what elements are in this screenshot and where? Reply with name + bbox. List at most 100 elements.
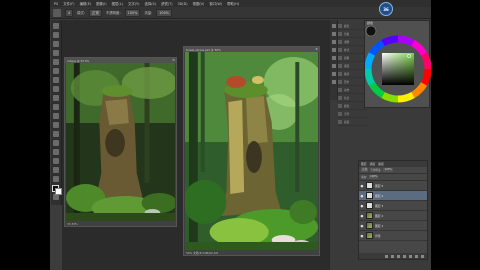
panel-shortcut-item[interactable]: 字符	[338, 110, 368, 118]
paragraph-panel-icon[interactable]	[331, 64, 336, 68]
new-group-icon[interactable]	[409, 254, 412, 258]
brush-size-field[interactable]: 4	[65, 8, 74, 17]
info-panel-icon[interactable]	[331, 40, 336, 44]
mode-label: 模式:	[77, 11, 86, 15]
layer-row[interactable]: ● 图层 5	[359, 181, 427, 191]
layer-row[interactable]: ● 图层 1	[359, 221, 427, 231]
eyedropper-tool-icon[interactable]	[53, 68, 59, 74]
layer-thumbnail	[366, 232, 373, 239]
layer-row[interactable]: ● 图层 3	[359, 201, 427, 211]
quick-select-tool-icon[interactable]	[53, 50, 59, 56]
properties-panel-icon[interactable]	[331, 48, 336, 52]
background-color-swatch[interactable]	[55, 188, 62, 195]
visibility-eye-icon[interactable]: ●	[360, 214, 364, 218]
layer-row[interactable]: ● 背景	[359, 231, 427, 241]
link-layers-icon[interactable]	[385, 254, 388, 258]
layer-name: 图层 2	[375, 213, 384, 218]
panel-shortcut-label: 字符	[344, 112, 350, 116]
brush-tool-icon[interactable]	[53, 86, 59, 92]
reference-document-window[interactable]: ref.jpg @ 33.3% × 33.33%	[64, 57, 177, 227]
stamp-tool-icon[interactable]	[53, 95, 59, 101]
panel-icon	[338, 47, 342, 52]
flow-field[interactable]: 100%	[156, 8, 172, 17]
brush-presets-panel-icon[interactable]	[331, 72, 336, 76]
menu-item[interactable]: 文件(F)	[63, 1, 74, 6]
menu-item[interactable]: 3D(D)	[178, 2, 188, 6]
app-logo[interactable]: PS	[54, 2, 58, 6]
layer-row[interactable]: ● 图层 2	[359, 211, 427, 221]
trash-icon[interactable]	[421, 254, 424, 258]
marquee-tool-icon[interactable]	[53, 32, 59, 38]
layer-fill-row: 填充: 100%	[359, 174, 427, 181]
notification-badge[interactable]: 36	[379, 2, 393, 16]
opacity-label: 不透明度:	[105, 11, 121, 15]
layer-blend-mode-select[interactable]: 正常	[361, 168, 369, 172]
visibility-eye-icon[interactable]: ●	[360, 234, 364, 238]
brush-tool-preset-icon[interactable]	[53, 8, 61, 17]
type-tool-icon[interactable]	[53, 158, 59, 164]
opacity-field[interactable]: 100%	[124, 8, 141, 17]
panel-icon	[338, 39, 342, 44]
layer-options-row: 正常 不透明度: 100%	[359, 167, 427, 174]
menu-item[interactable]: 窗口(W)	[209, 1, 222, 6]
blur-tool-icon[interactable]	[53, 131, 59, 137]
menu-item[interactable]: 图像(I)	[96, 1, 106, 6]
menu-item[interactable]: 选择(S)	[144, 1, 156, 6]
healing-tool-icon[interactable]	[53, 77, 59, 83]
character-panel-icon[interactable]	[331, 56, 336, 60]
visibility-eye-icon[interactable]: ●	[360, 224, 364, 228]
visibility-eye-icon[interactable]: ●	[360, 184, 364, 188]
dodge-tool-icon[interactable]	[53, 140, 59, 146]
add-mask-icon[interactable]	[397, 254, 400, 258]
panel-shortcut-label: 调整	[344, 40, 350, 44]
layer-fill-label: 填充:	[361, 176, 368, 179]
menu-item[interactable]: 编辑(E)	[80, 1, 92, 6]
tool-options-bar: 4 模式: 正常 不透明度: 100% 流量: 100%	[50, 7, 431, 19]
reference-image-canvas[interactable]	[66, 63, 175, 223]
visibility-eye-icon[interactable]: ●	[360, 194, 364, 198]
pen-tool-icon[interactable]	[53, 149, 59, 155]
eraser-tool-icon[interactable]	[53, 113, 59, 119]
visibility-eye-icon[interactable]: ●	[360, 204, 364, 208]
panel-icon	[338, 55, 342, 60]
tab-channels[interactable]: 通道	[370, 162, 376, 166]
panel-icon	[338, 95, 342, 100]
menu-item[interactable]: 滤镜(T)	[161, 1, 173, 6]
shape-tool-icon[interactable]	[53, 176, 59, 182]
menu-item[interactable]: 视图(V)	[193, 1, 205, 6]
adjustment-layer-icon[interactable]	[403, 254, 406, 258]
layer-row[interactable]: ● 图层 4	[359, 191, 427, 201]
gradient-tool-icon[interactable]	[53, 122, 59, 128]
reference-zoom-text: 33.33%	[67, 221, 78, 226]
history-brush-tool-icon[interactable]	[53, 104, 59, 110]
panel-icon	[338, 71, 342, 76]
layer-name: 图层 4	[375, 193, 384, 198]
panel-shortcut-item[interactable]: 段落	[338, 118, 368, 126]
panel-shortcut-label: 属性	[344, 104, 350, 108]
lasso-tool-icon[interactable]	[53, 41, 59, 47]
crop-tool-icon[interactable]	[53, 59, 59, 65]
layer-opacity-field[interactable]: 100%	[383, 168, 393, 172]
layer-fill-field[interactable]: 100%	[369, 175, 379, 179]
path-select-tool-icon[interactable]	[53, 167, 59, 173]
layers-footer	[359, 253, 427, 259]
menu-item[interactable]: 帮助(H)	[227, 1, 239, 6]
color-wheel-graphic[interactable]	[364, 21, 431, 109]
color-panel-title: 颜色	[367, 21, 374, 25]
layer-name: 图层 3	[375, 203, 384, 208]
painting-document-window[interactable]: forest_shrine.psd @ 50% × 50% 文档:8.24M/6…	[183, 46, 320, 256]
tab-paths[interactable]: 路径	[378, 162, 384, 166]
history-panel-icon[interactable]	[331, 24, 336, 28]
channels-panel-icon[interactable]	[331, 80, 336, 84]
menu-item[interactable]: 图层(L)	[112, 1, 123, 6]
layer-style-icon[interactable]	[391, 254, 394, 258]
panel-icon	[338, 79, 342, 84]
new-layer-icon[interactable]	[415, 254, 418, 258]
tab-layers[interactable]: 图层	[361, 162, 367, 166]
panel-shortcut-label: 色板	[344, 32, 350, 36]
actions-panel-icon[interactable]	[331, 32, 336, 36]
blend-mode-select[interactable]: 正常	[89, 8, 102, 17]
menu-item[interactable]: 文字(Y)	[128, 1, 140, 6]
move-tool-icon[interactable]	[53, 23, 59, 29]
painting-canvas[interactable]	[185, 52, 318, 252]
